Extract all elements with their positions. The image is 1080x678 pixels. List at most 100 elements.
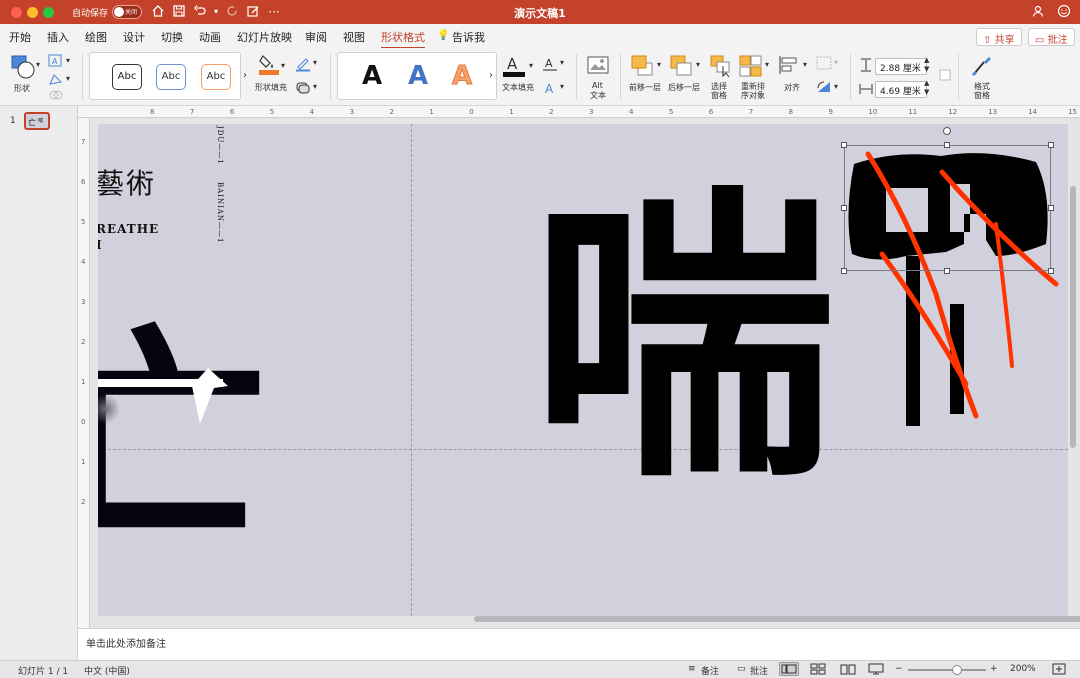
edit-icon[interactable] bbox=[245, 4, 261, 20]
horizontal-scrollbar[interactable] bbox=[474, 616, 1080, 622]
language-indicator[interactable]: 中文 (中国) bbox=[84, 664, 130, 677]
resize-handle-s[interactable] bbox=[944, 268, 950, 274]
slideshow-icon[interactable] bbox=[868, 663, 884, 678]
text-effects-icon[interactable]: A bbox=[542, 80, 558, 99]
reading-view-icon[interactable] bbox=[840, 663, 856, 678]
shape-effects-icon[interactable] bbox=[295, 80, 311, 97]
zoom-slider-thumb[interactable] bbox=[952, 665, 962, 675]
shapes-icon[interactable] bbox=[10, 54, 38, 83]
zoom-out-button[interactable]: − bbox=[895, 664, 903, 674]
reorder-objects-icon[interactable] bbox=[738, 54, 764, 81]
chevron-down-icon[interactable]: ▾ bbox=[834, 82, 838, 91]
wordart-style-black[interactable]: A bbox=[362, 61, 382, 91]
comment-button[interactable]: ▭ 批注 bbox=[1028, 28, 1075, 46]
tab-slideshow[interactable]: 幻灯片放映 bbox=[237, 29, 292, 45]
chevron-down-icon[interactable]: ▾ bbox=[765, 60, 769, 69]
format-pane-icon[interactable] bbox=[970, 54, 994, 81]
send-backward-icon[interactable] bbox=[669, 54, 695, 81]
share-button[interactable]: ⇧ 共享 bbox=[976, 28, 1022, 46]
share-people-icon[interactable] bbox=[1030, 4, 1046, 20]
edit-shape-icon[interactable] bbox=[48, 72, 64, 89]
shape-width-input[interactable]: 4.69 厘米 bbox=[875, 81, 927, 98]
slide-thumbnail[interactable]: 亡喘 bbox=[24, 112, 50, 130]
resize-handle-ne[interactable] bbox=[1048, 142, 1054, 148]
zoom-in-button[interactable]: + bbox=[990, 664, 998, 674]
align-icon[interactable] bbox=[778, 54, 802, 79]
stepper-up-icon[interactable]: ▲ bbox=[924, 56, 929, 64]
selection-pane-icon[interactable] bbox=[709, 54, 733, 81]
text-fill-icon[interactable]: A bbox=[502, 54, 526, 81]
chevron-down-icon[interactable]: ▾ bbox=[529, 61, 533, 70]
home-icon[interactable] bbox=[150, 4, 166, 20]
text-box-icon[interactable]: A bbox=[48, 54, 64, 71]
text-outline-icon[interactable]: A bbox=[542, 56, 558, 75]
chevron-down-icon[interactable]: ▾ bbox=[560, 58, 564, 67]
tab-draw[interactable]: 绘图 bbox=[85, 29, 107, 45]
wordart-style-orange[interactable]: A bbox=[451, 61, 472, 92]
resize-handle-n[interactable] bbox=[944, 142, 950, 148]
chevron-down-icon[interactable]: ▾ bbox=[208, 4, 224, 20]
chevron-down-icon[interactable]: ▾ bbox=[313, 58, 317, 67]
tab-design[interactable]: 设计 bbox=[123, 29, 145, 45]
undo-icon[interactable] bbox=[192, 4, 208, 20]
tab-transitions[interactable]: 切换 bbox=[161, 29, 183, 45]
redo-icon[interactable] bbox=[224, 4, 240, 20]
wordart-styles-gallery[interactable]: A A A bbox=[337, 52, 497, 100]
shape-fill-icon[interactable] bbox=[258, 52, 280, 79]
fit-to-window-icon[interactable] bbox=[1052, 663, 1066, 678]
tab-view[interactable]: 视图 bbox=[343, 29, 365, 45]
autosave-toggle[interactable]: 关闭 bbox=[112, 5, 142, 19]
tab-tell-me[interactable]: 告诉我 bbox=[452, 29, 485, 45]
resize-handle-e[interactable] bbox=[1048, 205, 1054, 211]
rotate-icon[interactable] bbox=[816, 80, 832, 97]
save-icon[interactable] bbox=[171, 4, 187, 20]
resize-handle-w[interactable] bbox=[841, 205, 847, 211]
stepper-down-icon[interactable]: ▼ bbox=[924, 65, 929, 73]
notes-pane[interactable]: 单击此处添加备注 bbox=[78, 628, 1080, 660]
close-window-button[interactable] bbox=[11, 7, 22, 18]
chevron-down-icon[interactable]: ▾ bbox=[560, 82, 564, 91]
white-arrow-shape[interactable] bbox=[192, 368, 228, 424]
lock-aspect-ratio-icon[interactable] bbox=[939, 64, 951, 89]
chevron-down-icon[interactable]: ▾ bbox=[657, 60, 661, 69]
normal-view-button[interactable] bbox=[779, 662, 799, 676]
alt-text-icon[interactable] bbox=[587, 55, 611, 80]
tab-shape-format[interactable]: 形状格式 bbox=[381, 29, 425, 49]
shape-style-orange[interactable]: Abc bbox=[201, 64, 231, 90]
notes-placeholder[interactable]: 单击此处添加备注 bbox=[86, 635, 166, 650]
smiley-icon[interactable] bbox=[1056, 4, 1072, 20]
minimize-window-button[interactable] bbox=[27, 7, 38, 18]
wordart-style-blue[interactable]: A bbox=[408, 61, 428, 91]
stepper-down-icon[interactable]: ▼ bbox=[924, 88, 929, 96]
chevron-down-icon[interactable]: ▾ bbox=[803, 60, 807, 69]
bring-forward-icon[interactable] bbox=[630, 54, 656, 81]
maximize-window-button[interactable] bbox=[43, 7, 54, 18]
rotate-handle[interactable] bbox=[943, 127, 951, 135]
zoom-level[interactable]: 200% bbox=[1010, 664, 1036, 674]
comments-toggle[interactable]: 批注 bbox=[750, 664, 768, 677]
slide[interactable]: 藝術 REATHE I JDU——1 BAINIAN——1 亡 喘 bbox=[98, 124, 1068, 616]
zoom-slider-track[interactable] bbox=[908, 665, 986, 675]
tab-animations[interactable]: 动画 bbox=[199, 29, 221, 45]
chevron-down-icon[interactable]: ▾ bbox=[66, 74, 70, 83]
resize-handle-se[interactable] bbox=[1048, 268, 1054, 274]
slide-left-character[interactable]: 亡 bbox=[98, 324, 268, 554]
vertical-scrollbar[interactable] bbox=[1070, 186, 1076, 448]
shape-height-input[interactable]: 2.88 厘米 bbox=[875, 58, 927, 75]
slide-main-character[interactable]: 喘 bbox=[531, 179, 836, 499]
chevron-down-icon[interactable]: ▾ bbox=[281, 61, 285, 70]
resize-handle-sw[interactable] bbox=[841, 268, 847, 274]
resize-handle-nw[interactable] bbox=[841, 142, 847, 148]
chevron-down-icon[interactable]: ▾ bbox=[313, 82, 317, 91]
tab-review[interactable]: 审阅 bbox=[305, 29, 327, 45]
tab-home[interactable]: 开始 bbox=[9, 29, 31, 45]
tab-insert[interactable]: 插入 bbox=[47, 29, 69, 45]
chevron-right-icon[interactable]: › bbox=[489, 70, 493, 81]
shape-outline-icon[interactable] bbox=[295, 56, 311, 75]
chevron-down-icon[interactable]: ▾ bbox=[66, 56, 70, 65]
chevron-down-icon[interactable]: ▾ bbox=[696, 60, 700, 69]
notes-toggle[interactable]: 备注 bbox=[701, 664, 719, 677]
shape-styles-gallery[interactable]: Abc Abc Abc bbox=[89, 52, 241, 100]
slide-sorter-icon[interactable] bbox=[810, 663, 826, 678]
chevron-down-icon[interactable]: ▾ bbox=[36, 60, 40, 69]
